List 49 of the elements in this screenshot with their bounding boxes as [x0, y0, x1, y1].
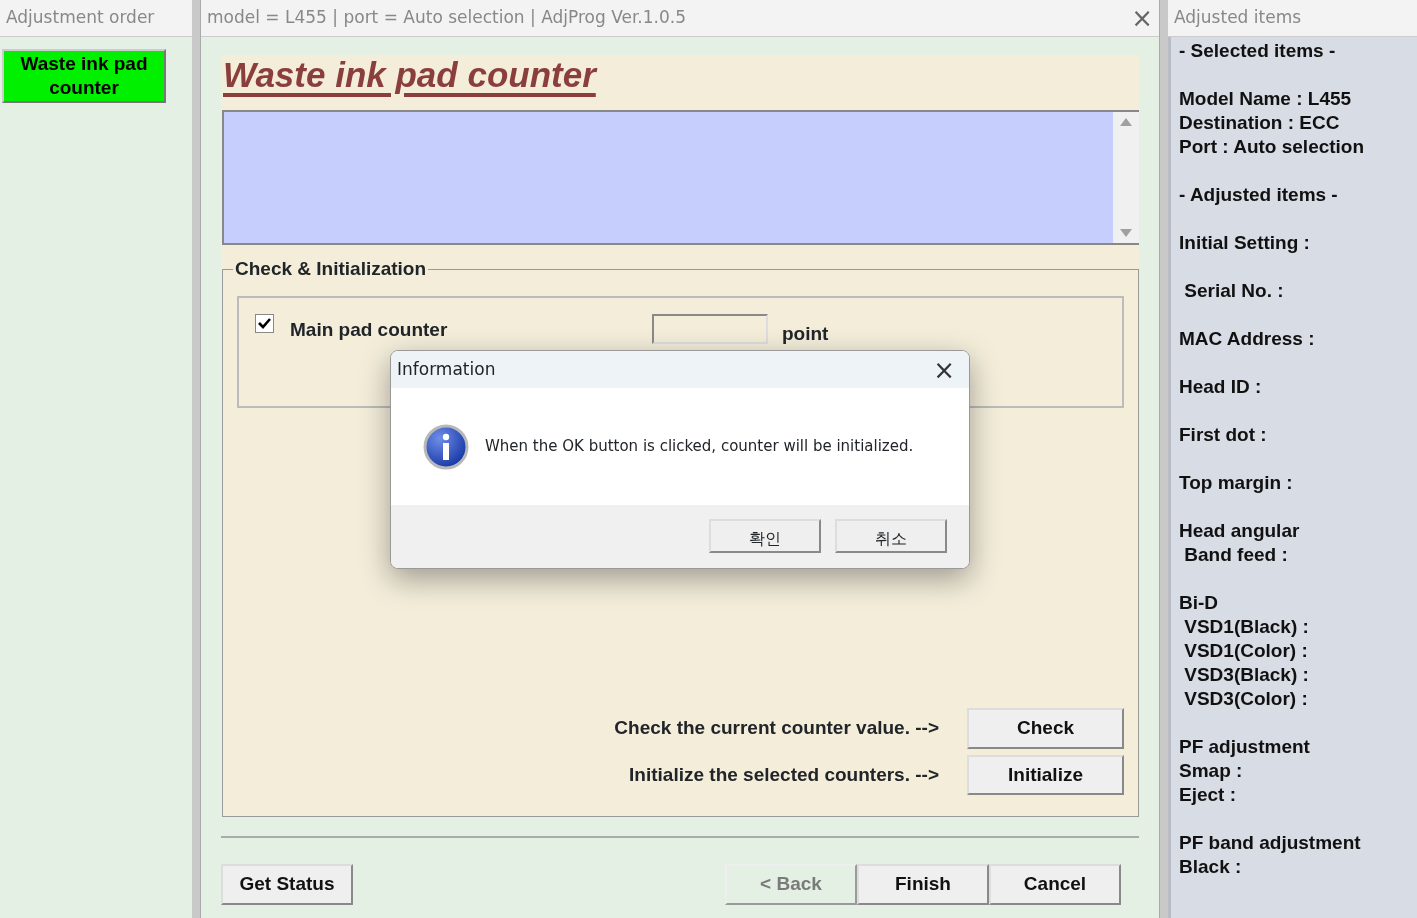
dialog-title: Information	[397, 357, 496, 381]
item-label: Black :	[1179, 855, 1243, 879]
action-button[interactable]: Check	[967, 708, 1124, 749]
item-label: - Adjusted items -	[1179, 183, 1339, 207]
item-label: VSD1(Color) :	[1183, 639, 1309, 663]
scroll-down-icon[interactable]	[1120, 229, 1132, 237]
checkbox[interactable]	[255, 314, 274, 333]
nav-button[interactable]: Cancel	[989, 864, 1121, 905]
order-item[interactable]: Waste ink pad counter	[2, 49, 166, 103]
page-heading: Waste ink pad counter	[222, 55, 596, 94]
nav-button[interactable]: Finish	[857, 864, 989, 905]
item-label: Head ID :	[1179, 375, 1263, 399]
panel-title: Adjusted items	[1168, 0, 1417, 37]
item-label: PF adjustment	[1179, 735, 1311, 759]
window-title: model = L455 | port = Auto selection | AdjProg Ver.1.0.5	[207, 6, 687, 30]
close-button[interactable]: ×	[1131, 5, 1153, 31]
item-label: Initial Setting :	[1179, 231, 1311, 255]
action-button[interactable]: Initialize	[967, 754, 1124, 795]
action-label: Check the current counter value. -->	[614, 716, 939, 740]
item-label: Band feed :	[1183, 543, 1289, 567]
scrollbar[interactable]	[1113, 112, 1139, 243]
item-label: Serial No. :	[1183, 279, 1285, 303]
scroll-up-icon[interactable]	[1120, 118, 1132, 126]
close-button[interactable]: ×	[933, 356, 955, 383]
item-label: Model Name : L455	[1179, 87, 1353, 111]
item-label: PF band adjustment	[1179, 831, 1362, 855]
item-label: - Selected items -	[1179, 39, 1337, 63]
item-label: Head angular	[1179, 519, 1301, 543]
item-label: VSD3(Black) :	[1183, 663, 1310, 687]
item-label: First dot :	[1179, 423, 1268, 447]
info-icon	[423, 423, 469, 470]
item-label: Smap :	[1179, 759, 1244, 783]
dialog-button[interactable]: 확인	[709, 519, 821, 553]
item-label: Destination : ECC	[1179, 111, 1341, 135]
counter-field[interactable]	[652, 314, 768, 344]
unit-label: point	[782, 322, 829, 346]
item-label: VSD3(Color) :	[1183, 687, 1309, 711]
item-label: VSD1(Black) :	[1183, 615, 1310, 639]
dialog-button[interactable]: 취소	[835, 519, 947, 553]
panel-title: Adjustment order	[0, 0, 192, 37]
item-label: Port : Auto selection	[1179, 135, 1366, 159]
counter-label: Main pad counter	[290, 319, 449, 341]
dialog-message: When the OK button is clicked, counter will be initialized.	[485, 436, 914, 458]
item-label: Bi-D	[1179, 591, 1220, 615]
nav-button[interactable]: Get Status	[221, 864, 353, 905]
action-label: Initialize the selected counters. -->	[629, 762, 939, 787]
item-label: Eject :	[1179, 783, 1238, 807]
item-label: MAC Address :	[1179, 327, 1316, 351]
item-label: Top margin :	[1179, 471, 1294, 495]
